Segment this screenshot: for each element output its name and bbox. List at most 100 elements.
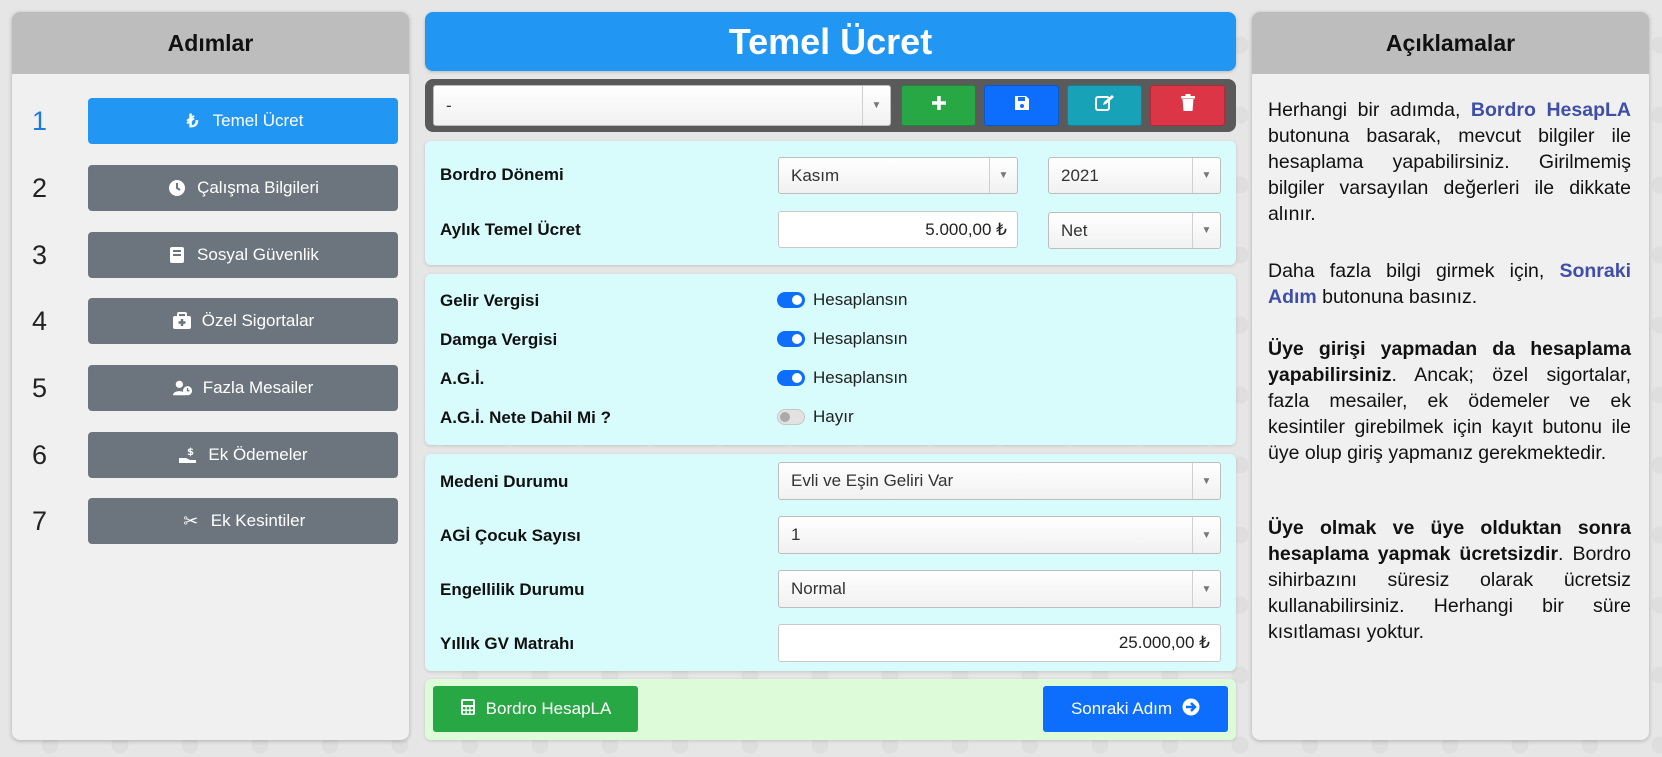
chevron-down-icon: ▼ [1192,158,1220,193]
year-select[interactable]: 2021 ▼ [1048,157,1221,194]
toggle-switch[interactable] [777,409,805,425]
step-label: Özel Sigortalar [201,311,315,330]
month-select[interactable]: Kasım ▼ [778,157,1018,194]
salary-label: Aylık Temel Ücret [440,220,581,239]
chevron-down-icon: ▼ [1192,571,1220,607]
record-select[interactable]: - ▼ [433,85,891,126]
delete-button[interactable] [1150,85,1225,126]
step-button-fazla-mesailer[interactable]: Fazla Mesailer [88,365,398,411]
gelir-vergisi-toggle[interactable]: Hesaplansın [777,290,908,310]
step-4: 4 Özel Sigortalar [12,298,409,344]
toggle-switch[interactable] [777,370,805,386]
calculate-label: Bordro HesapLA [485,699,612,718]
disability-value: Normal [791,579,846,598]
step-button-ek-kesintiler[interactable]: ✂ Ek Kesintiler [88,498,398,544]
description-paragraph-3: Üye girişi yapmadan da hesaplama yapabil… [1268,336,1631,466]
toggle-status: Hesaplansın [813,290,908,309]
lira-icon: ₺ [186,110,199,131]
edit-button[interactable] [1067,85,1142,126]
description-paragraph-1: Herhangi bir adımda, Bordro HesapLA buto… [1268,97,1631,227]
step-button-calisma-bilgileri[interactable]: Çalışma Bilgileri [88,165,398,211]
add-button[interactable] [901,85,976,126]
record-toolbar: - ▼ [425,79,1236,132]
text: butonuna basınız. [1316,286,1478,308]
step-button-ek-odemeler[interactable]: $ Ek Ödemeler [88,432,398,478]
step-number: 6 [32,439,48,470]
description-paragraph-2: Daha fazla bilgi girmek için, Sonraki Ad… [1268,258,1631,310]
children-select[interactable]: 1 ▼ [778,516,1221,554]
period-card: Bordro Dönemi Kasım ▼ 2021 ▼ Aylık Temel… [425,141,1236,265]
description-panel-title: Açıklamalar [1252,12,1649,74]
arrow-circle-right-icon [1182,698,1200,721]
salary-type-value: Net [1061,220,1088,240]
step-label: Sosyal Güvenlik [197,245,319,264]
toggle-switch[interactable] [777,331,805,347]
steps-panel-title: Adımlar [12,12,409,74]
annual-base-label: Yıllık GV Matrahı [440,634,575,653]
step-label: Ek Kesintiler [210,511,306,530]
tax-label: Gelir Vergisi [440,291,540,310]
marital-select[interactable]: Evli ve Eşin Geliri Var ▼ [778,462,1221,500]
chevron-down-icon: ▼ [1192,463,1220,499]
step-label: Ek Ödemeler [208,445,308,464]
step-button-temel-ucret[interactable]: ₺ Temel Ücret [88,98,398,144]
svg-text:$: $ [187,447,194,458]
step-number: 7 [32,505,48,536]
disability-label: Engellilik Durumu [440,580,585,599]
text: butonuna basarak, mevcut bilgiler ile he… [1268,125,1631,225]
period-label: Bordro Dönemi [440,165,564,184]
chevron-down-icon: ▼ [1192,517,1220,553]
save-button[interactable] [984,85,1059,126]
step-number: 2 [32,172,48,203]
medkit-icon [172,311,192,331]
text: Herhangi bir adımda, [1268,99,1471,121]
next-step-button[interactable]: Sonraki Adım [1043,686,1228,732]
edit-icon [1094,94,1115,117]
tax-label: A.G.İ. [440,369,485,388]
toggle-status: Hesaplansın [813,329,908,348]
step-7: 7 ✂ Ek Kesintiler [12,498,409,544]
children-label: AGİ Çocuk Sayısı [440,526,581,545]
trash-icon [1180,94,1196,117]
next-step-label: Sonraki Adım [1070,699,1173,718]
salary-input[interactable]: 5.000,00 ₺ [778,211,1018,248]
action-bar: Bordro HesapLA Sonraki Adım [425,679,1236,740]
children-value: 1 [791,525,801,544]
save-icon [1014,95,1030,116]
disability-select[interactable]: Normal ▼ [778,570,1221,608]
step-number: 3 [32,239,48,270]
tax-label: A.G.İ. Nete Dahil Mi ? [440,408,611,427]
plus-icon [930,94,948,117]
steps-panel: Adımlar 1 ₺ Temel Ücret 2 Çalışma Bilgil… [12,12,409,740]
agi-nete-dahil-toggle[interactable]: Hayır [777,407,854,427]
chevron-down-icon: ▼ [1192,213,1220,248]
marital-label: Medeni Durumu [440,472,569,491]
step-number: 4 [32,305,48,336]
marital-value: Evli ve Eşin Geliri Var [791,471,954,490]
chevron-down-icon: ▼ [989,158,1017,193]
step-6: 6 $ Ek Ödemeler [12,432,409,478]
step-label: Temel Ücret [212,111,304,130]
step-button-ozel-sigortalar[interactable]: Özel Sigortalar [88,298,398,344]
hand-holding-money-icon: $ [178,445,198,465]
highlight-text: Bordro HesapLA [1470,99,1631,121]
calculator-icon [460,698,476,721]
tax-card: Gelir Vergisi Hesaplansın Damga Vergisi … [425,274,1236,445]
page-title: Temel Ücret [425,12,1236,71]
toggle-switch[interactable] [777,292,805,308]
user-clock-icon [172,378,193,398]
toggle-status: Hesaplansın [813,368,908,387]
salary-type-select[interactable]: Net ▼ [1048,212,1221,249]
calculate-button[interactable]: Bordro HesapLA [433,686,638,732]
scissors-icon: ✂ [183,510,199,531]
step-1: 1 ₺ Temel Ücret [12,98,409,144]
annual-base-input[interactable]: 25.000,00 ₺ [778,624,1221,662]
tax-label: Damga Vergisi [440,330,558,349]
clock-icon [167,178,187,198]
step-button-sosyal-guvenlik[interactable]: Sosyal Güvenlik [88,232,398,278]
damga-vergisi-toggle[interactable]: Hesaplansın [777,329,908,349]
annual-base-value: 25.000,00 ₺ [1118,633,1210,652]
agi-toggle[interactable]: Hesaplansın [777,368,908,388]
step-3: 3 Sosyal Güvenlik [12,232,409,278]
chevron-down-icon: ▼ [862,86,890,125]
